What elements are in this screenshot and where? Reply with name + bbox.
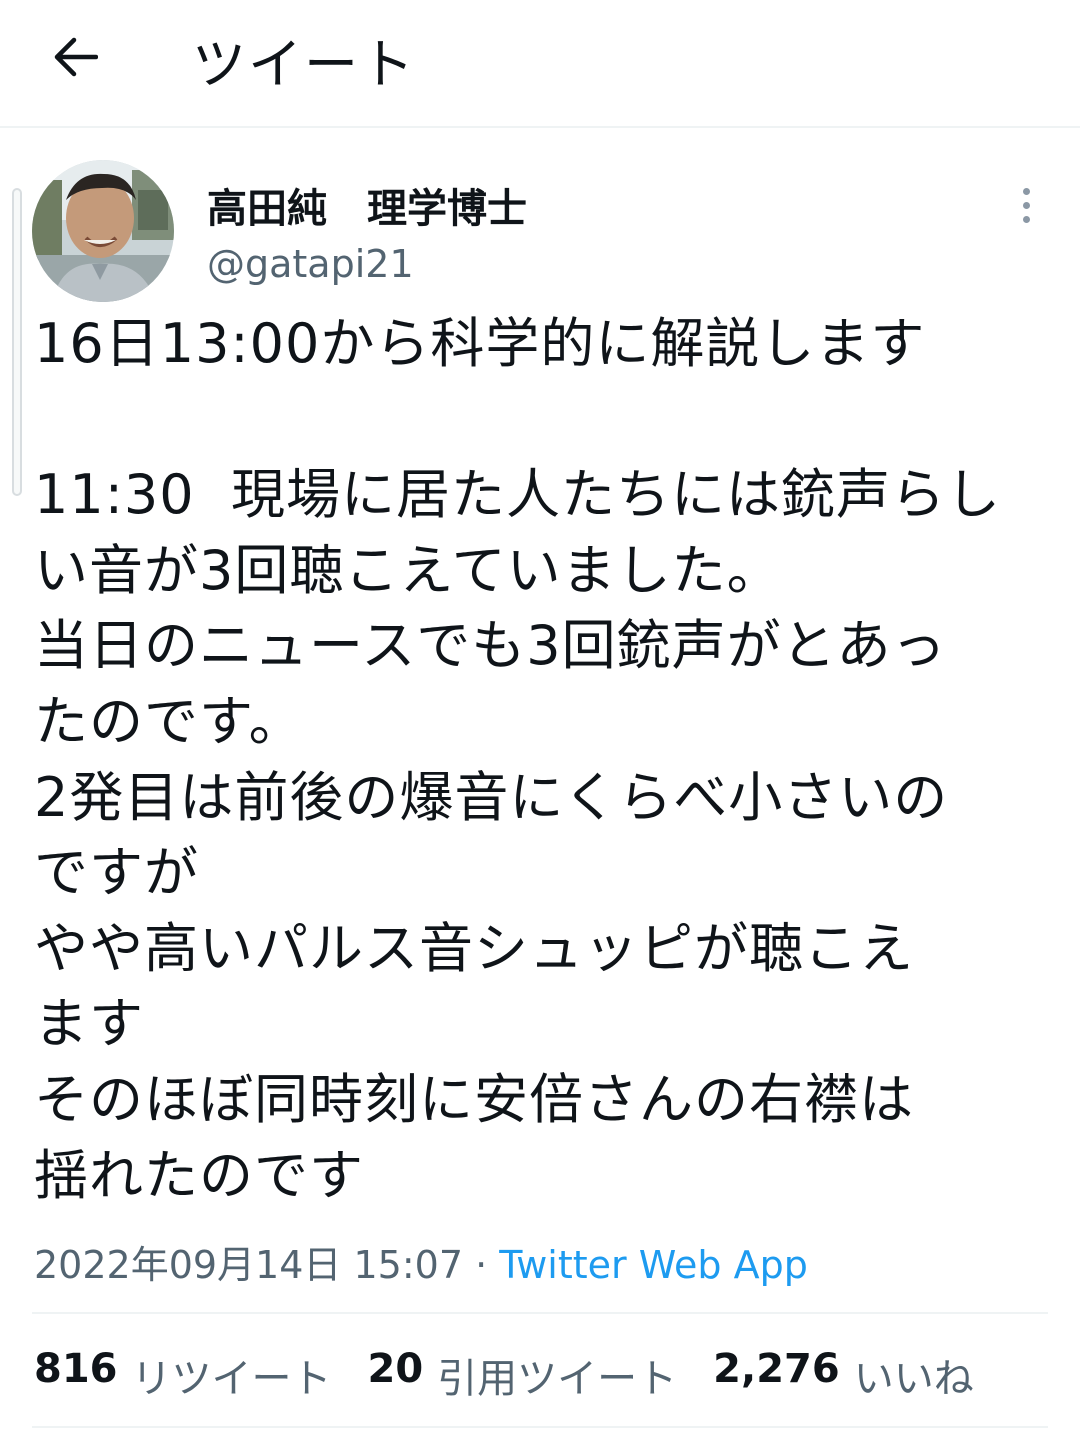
quotes-count: 20: [367, 1346, 424, 1392]
tweet-source-link[interactable]: Twitter Web App: [499, 1243, 808, 1287]
more-options-button[interactable]: [1006, 180, 1046, 230]
retweets-stat[interactable]: 816 リツイート: [34, 1346, 332, 1404]
divider: [32, 1426, 1048, 1428]
author-handle[interactable]: @gatapi21: [207, 242, 414, 286]
tweet-text: 16日13:00から科学的に解説します 11:30 現場に居た人たちには銃声らし…: [34, 312, 1001, 1207]
likes-label: いいね: [853, 1356, 974, 1402]
arrow-left-icon: [54, 37, 98, 77]
tweet-stats: 816 リツイート 20 引用ツイート 2,276 いいね: [34, 1346, 974, 1404]
avatar[interactable]: [32, 160, 174, 302]
quotes-label: 引用ツイート: [437, 1356, 678, 1402]
retweets-label: リツイート: [131, 1356, 332, 1402]
quotes-stat[interactable]: 20 引用ツイート: [368, 1346, 678, 1404]
likes-stat[interactable]: 2,276 いいね: [713, 1346, 974, 1404]
tweet-meta: 2022年09月14日 15:07 · Twitter Web App: [34, 1234, 808, 1289]
meta-separator: ·: [463, 1243, 500, 1287]
divider: [32, 1312, 1048, 1314]
more-dots-icon: [1022, 187, 1030, 195]
top-bar: ツイート: [0, 0, 1080, 128]
retweets-count: 816: [34, 1346, 118, 1392]
back-button[interactable]: [40, 22, 110, 92]
scrollbar-thumb[interactable]: [12, 188, 22, 496]
tweet-timestamp[interactable]: 2022年09月14日 15:07: [34, 1243, 463, 1287]
page-title: ツイート: [192, 33, 416, 96]
likes-count: 2,276: [713, 1346, 840, 1392]
author-name[interactable]: 高田純 理学博士: [207, 176, 527, 234]
